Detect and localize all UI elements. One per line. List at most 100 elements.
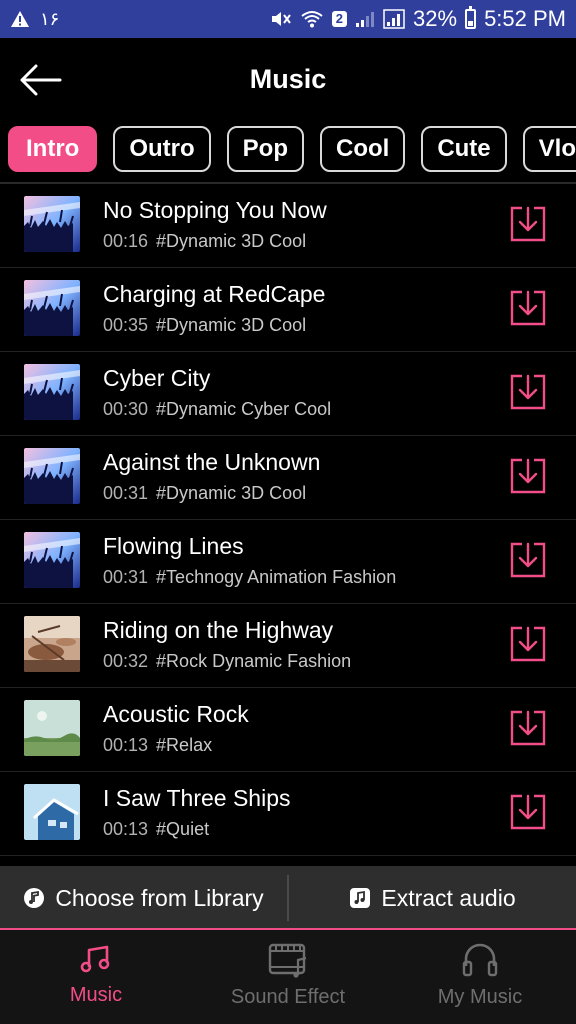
track-duration: 00:13 <box>103 735 149 755</box>
download-button[interactable] <box>508 624 548 664</box>
clock: 5:52 PM <box>484 6 566 31</box>
track-meta: 00:31 #Technogy Animation Fashion <box>103 567 396 588</box>
library-label: Choose from Library <box>55 884 264 911</box>
track-tags: #Dynamic 3D Cool <box>156 231 307 251</box>
tab-cool[interactable]: Cool <box>319 126 406 172</box>
tab-label: Vlog <box>538 135 576 162</box>
music-disc-icon <box>24 888 45 908</box>
notification-count: ۱۶ <box>40 8 60 29</box>
download-icon <box>510 710 546 746</box>
extract-audio-icon <box>350 888 371 908</box>
back-button[interactable] <box>16 60 64 100</box>
track-row[interactable]: Against the Unknown 00:31 #Dynamic 3D Cool <box>0 436 576 520</box>
track-title: Against the Unknown <box>103 449 321 475</box>
nav-label: Music <box>69 984 123 1006</box>
track-row-partial <box>0 856 576 866</box>
action-bar: Choose from Library Extract audio <box>0 866 576 930</box>
track-meta: 00:32 #Rock Dynamic Fashion <box>103 651 351 672</box>
track-row[interactable]: Cyber City 00:30 #Dynamic Cyber Cool <box>0 352 576 436</box>
track-meta: 00:16 #Dynamic 3D Cool <box>103 231 306 252</box>
track-duration: 00:31 <box>103 567 149 587</box>
tab-pop[interactable]: Pop <box>226 126 304 172</box>
download-button[interactable] <box>508 456 548 496</box>
track-row[interactable]: Acoustic Rock 00:13 #Relax <box>0 688 576 772</box>
track-thumbnail <box>24 364 80 420</box>
tab-label: Outro <box>129 135 195 162</box>
signal-icon <box>383 9 405 29</box>
track-tags: #Relax <box>156 735 213 755</box>
extract-label: Extract audio <box>381 884 516 911</box>
download-button[interactable] <box>508 708 548 748</box>
header: Music <box>0 38 576 120</box>
track-thumbnail <box>24 784 80 840</box>
tab-label: Intro <box>26 135 80 162</box>
tab-outro[interactable]: Outro <box>113 126 211 172</box>
download-icon <box>510 206 546 242</box>
track-thumbnail <box>24 700 80 756</box>
tab-vlog[interactable]: Vlog <box>522 126 576 172</box>
page-title: Music <box>249 63 327 94</box>
wifi-icon <box>300 9 324 29</box>
extract-audio-button[interactable]: Extract audio <box>289 866 576 930</box>
warning-icon <box>10 10 30 28</box>
track-tags: #Dynamic 3D Cool <box>156 483 307 503</box>
arrow-left-icon <box>20 64 62 96</box>
track-title: I Saw Three Ships <box>103 785 291 811</box>
track-list[interactable]: No Stopping You Now 00:16 #Dynamic 3D Cool… <box>0 184 576 866</box>
battery-icon <box>465 6 477 29</box>
track-duration: 00:35 <box>103 315 149 335</box>
track-thumbnail <box>24 532 80 588</box>
track-meta: 00:35 #Dynamic 3D Cool <box>103 315 306 336</box>
track-row[interactable]: No Stopping You Now 00:16 #Dynamic 3D Cool <box>0 184 576 268</box>
mute-icon <box>270 9 292 29</box>
track-tags: #Quiet <box>156 819 210 839</box>
track-tags: #Technogy Animation Fashion <box>156 567 397 587</box>
track-title: No Stopping You Now <box>103 197 327 223</box>
track-meta: 00:13 #Quiet <box>103 819 209 840</box>
category-tabs: Intro Outro Pop Cool Cute Vlog <box>8 126 576 176</box>
film-music-icon <box>268 943 307 978</box>
download-button[interactable] <box>508 372 548 412</box>
music-note-icon <box>80 945 110 973</box>
track-duration: 00:13 <box>103 819 149 839</box>
download-icon <box>510 374 546 410</box>
bottom-nav: Music Sound Effect My Music <box>0 930 576 1024</box>
tab-label: Cute <box>437 135 491 162</box>
tab-cute[interactable]: Cute <box>421 126 507 172</box>
nav-label: Sound Effect <box>230 986 346 1008</box>
status-bar: ۱۶ 2 32% 5:52 PM <box>0 0 576 38</box>
download-button[interactable] <box>508 540 548 580</box>
headphones-icon <box>462 943 498 977</box>
choose-from-library-button[interactable]: Choose from Library <box>0 866 287 930</box>
track-meta: 00:30 #Dynamic Cyber Cool <box>103 399 331 420</box>
track-tags: #Rock Dynamic Fashion <box>156 651 352 671</box>
download-button[interactable] <box>508 288 548 328</box>
track-thumbnail <box>24 280 80 336</box>
track-meta: 00:13 #Relax <box>103 735 212 756</box>
download-button[interactable] <box>508 792 548 832</box>
signal-weak-icon <box>355 10 375 28</box>
track-duration: 00:16 <box>103 231 149 251</box>
tab-intro[interactable]: Intro <box>8 126 98 172</box>
nav-my-music[interactable]: My Music <box>384 930 576 1024</box>
track-tags: #Dynamic Cyber Cool <box>156 399 332 419</box>
track-title: Riding on the Highway <box>103 617 334 643</box>
track-duration: 00:31 <box>103 483 149 503</box>
track-tags: #Dynamic 3D Cool <box>156 315 307 335</box>
track-title: Acoustic Rock <box>103 701 249 727</box>
nav-label: My Music <box>437 986 523 1008</box>
nav-sound-effect[interactable]: Sound Effect <box>192 930 384 1024</box>
track-row[interactable]: Flowing Lines 00:31 #Technogy Animation Fa… <box>0 520 576 604</box>
download-icon <box>510 794 546 830</box>
track-meta: 00:31 #Dynamic 3D Cool <box>103 483 306 504</box>
download-icon <box>510 458 546 494</box>
download-button[interactable] <box>508 204 548 244</box>
track-row[interactable]: I Saw Three Ships 00:13 #Quiet <box>0 772 576 856</box>
track-row[interactable]: Charging at RedCape 00:35 #Dynamic 3D Cool <box>0 268 576 352</box>
track-thumbnail <box>24 196 80 252</box>
download-icon <box>510 290 546 326</box>
track-duration: 00:30 <box>103 399 149 419</box>
tab-label: Pop <box>242 135 288 162</box>
nav-music[interactable]: Music <box>0 930 192 1024</box>
track-row[interactable]: Riding on the Highway 00:32 #Rock Dynamic … <box>0 604 576 688</box>
